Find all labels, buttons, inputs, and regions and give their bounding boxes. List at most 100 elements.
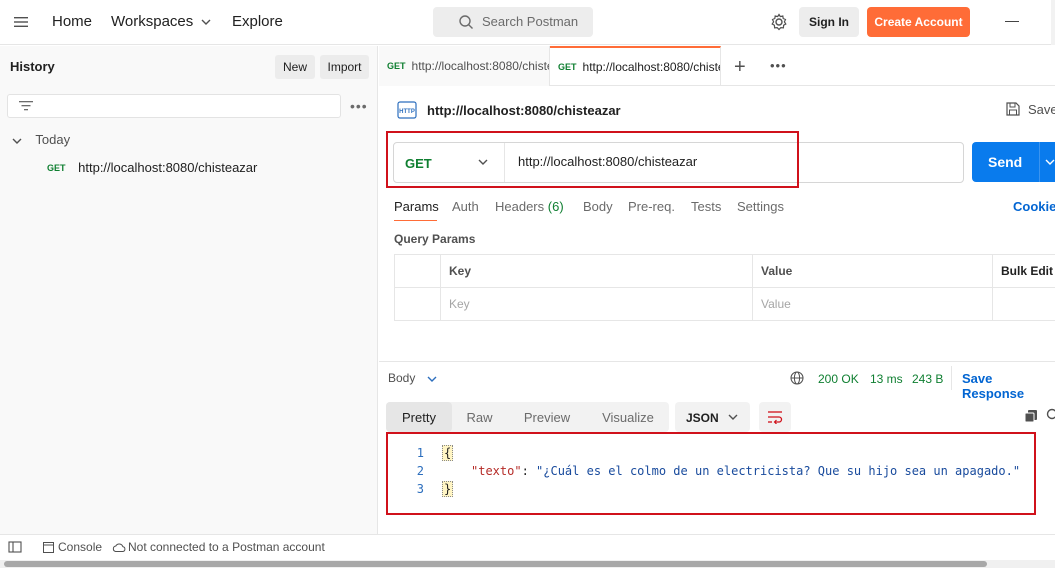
nav-workspaces-label: Workspaces [111, 13, 194, 30]
json-value: "¿Cuál es el colmo de un electricista? Q… [536, 464, 1021, 478]
tab-headers[interactable]: Headers (6) [495, 199, 564, 214]
query-params-title: Query Params [394, 232, 476, 246]
chevron-down-icon [201, 19, 211, 26]
history-group-today[interactable]: Today [12, 132, 70, 147]
new-tab-plus-icon[interactable]: + [734, 56, 746, 79]
tab-body[interactable]: Body [583, 199, 613, 214]
nav-home[interactable]: Home [52, 13, 92, 30]
tab-method: GET [387, 61, 406, 71]
table-cell-checkbox [395, 255, 440, 288]
tab-label: http://localhost:8080/chisteazar [582, 60, 720, 74]
json-separator: : [521, 464, 537, 478]
table-row: Key Value [395, 288, 1055, 321]
line-number: 3 [416, 482, 424, 496]
view-tab-visualize[interactable]: Visualize [587, 402, 669, 432]
connection-status[interactable]: Not connected to a Postman account [128, 540, 325, 554]
search-response-icon[interactable] [1046, 408, 1055, 422]
settings-gear-icon[interactable] [769, 12, 789, 32]
param-key-input[interactable]: Key [440, 288, 752, 321]
json-close-brace: } [442, 481, 454, 497]
hamburger-menu-icon[interactable] [12, 14, 30, 30]
request-tabs: GET http://localhost:8080/chisteazar GET… [379, 46, 1055, 86]
column-header-key: Key [440, 255, 752, 288]
tab-prereq[interactable]: Pre-req. [628, 199, 675, 214]
tab-method: GET [558, 62, 577, 72]
console-button[interactable]: Console [58, 540, 102, 554]
tab-params[interactable]: Params [394, 199, 439, 214]
history-item-url: http://localhost:8080/chisteazar [78, 160, 258, 175]
view-tab-pretty[interactable]: Pretty [386, 402, 452, 432]
globe-icon[interactable] [790, 371, 804, 385]
active-tab-indicator [394, 220, 437, 221]
tab-settings[interactable]: Settings [737, 199, 784, 214]
chevron-down-icon [12, 138, 22, 144]
table-header-row: Key Value Bulk Edit [395, 255, 1055, 288]
response-body-code[interactable]: 1 { 2 "texto": "¿Cuál es el colmo de un … [386, 432, 1036, 515]
response-divider[interactable] [379, 361, 1055, 362]
cookies-link[interactable]: Cookies [1013, 199, 1055, 214]
search-placeholder: Search Postman [482, 14, 579, 29]
history-filter-input[interactable] [7, 94, 341, 118]
send-button-divider [1039, 142, 1040, 182]
top-bar: Home Workspaces Explore Search Postman S… [0, 0, 1055, 45]
save-response-button[interactable]: Save Response [962, 371, 1055, 401]
chevron-down-icon [728, 414, 738, 420]
create-account-button[interactable]: Create Account [867, 7, 970, 37]
tab-headers-count: (6) [547, 199, 564, 214]
status-bar: Console Not connected to a Postman accou… [0, 534, 1055, 560]
save-icon[interactable] [1005, 101, 1021, 117]
history-item-method: GET [47, 163, 66, 173]
history-sidebar: History New Import ••• Today GET http://… [0, 46, 378, 534]
nav-explore[interactable]: Explore [232, 13, 283, 30]
copy-icon[interactable] [1024, 409, 1038, 423]
wrap-lines-icon [768, 411, 783, 424]
response-size[interactable]: 243 B [912, 372, 943, 386]
send-button-label: Send [988, 154, 1023, 170]
tab-label: http://localhost:8080/chisteazar [411, 59, 549, 73]
tab-request-1[interactable]: GET http://localhost:8080/chisteazar [379, 46, 550, 86]
format-select-value: JSON [686, 411, 719, 425]
sign-in-button[interactable]: Sign In [799, 7, 859, 37]
tab-tests[interactable]: Tests [691, 199, 721, 214]
tab-auth[interactable]: Auth [452, 199, 479, 214]
wrap-lines-button[interactable] [759, 402, 791, 432]
tab-headers-label: Headers [495, 199, 545, 214]
new-button[interactable]: New [275, 55, 315, 79]
param-value-input[interactable]: Value [752, 288, 992, 321]
status-divider [951, 366, 952, 390]
tabs-more-icon[interactable]: ••• [770, 58, 787, 73]
http-request-icon: HTTP [397, 101, 417, 119]
bulk-edit-button[interactable]: Bulk Edit [992, 255, 1055, 288]
save-button[interactable]: Save [1028, 102, 1055, 117]
response-body-select[interactable]: Body [388, 371, 437, 385]
cloud-off-icon [112, 543, 126, 552]
request-title[interactable]: http://localhost:8080/chisteazar [427, 103, 621, 118]
history-item[interactable]: GET http://localhost:8080/chisteazar [47, 160, 257, 175]
nav-workspaces[interactable]: Workspaces [111, 13, 211, 30]
history-group-label: Today [35, 132, 71, 147]
query-params-table: Key Value Bulk Edit Key Value [394, 254, 1055, 321]
response-body-label: Body [388, 371, 416, 385]
search-icon [459, 15, 473, 29]
send-button[interactable]: Send [972, 142, 1055, 182]
response-time[interactable]: 13 ms [870, 372, 903, 386]
filter-icon [19, 101, 33, 111]
response-status[interactable]: 200 OK [818, 372, 859, 386]
search-input[interactable]: Search Postman [433, 7, 593, 37]
chevron-down-icon [427, 376, 437, 382]
window-minimize-icon[interactable] [1005, 21, 1019, 22]
json-open-brace: { [442, 445, 454, 461]
sidebar-more-icon[interactable]: ••• [350, 98, 368, 114]
toggle-sidebar-icon[interactable] [8, 541, 22, 553]
tab-request-2-active[interactable]: GET http://localhost:8080/chisteazar [550, 46, 721, 86]
view-tab-raw[interactable]: Raw [452, 402, 507, 432]
table-cell-empty [992, 288, 1055, 321]
import-button[interactable]: Import [320, 55, 369, 79]
view-tab-preview[interactable]: Preview [507, 402, 587, 432]
sidebar-title: History [10, 59, 55, 74]
horizontal-scrollbar-thumb[interactable] [4, 561, 987, 567]
format-select[interactable]: JSON [675, 402, 750, 432]
svg-text:HTTP: HTTP [399, 109, 415, 115]
window-edge [1051, 0, 1055, 45]
chevron-down-icon[interactable] [1045, 157, 1055, 167]
